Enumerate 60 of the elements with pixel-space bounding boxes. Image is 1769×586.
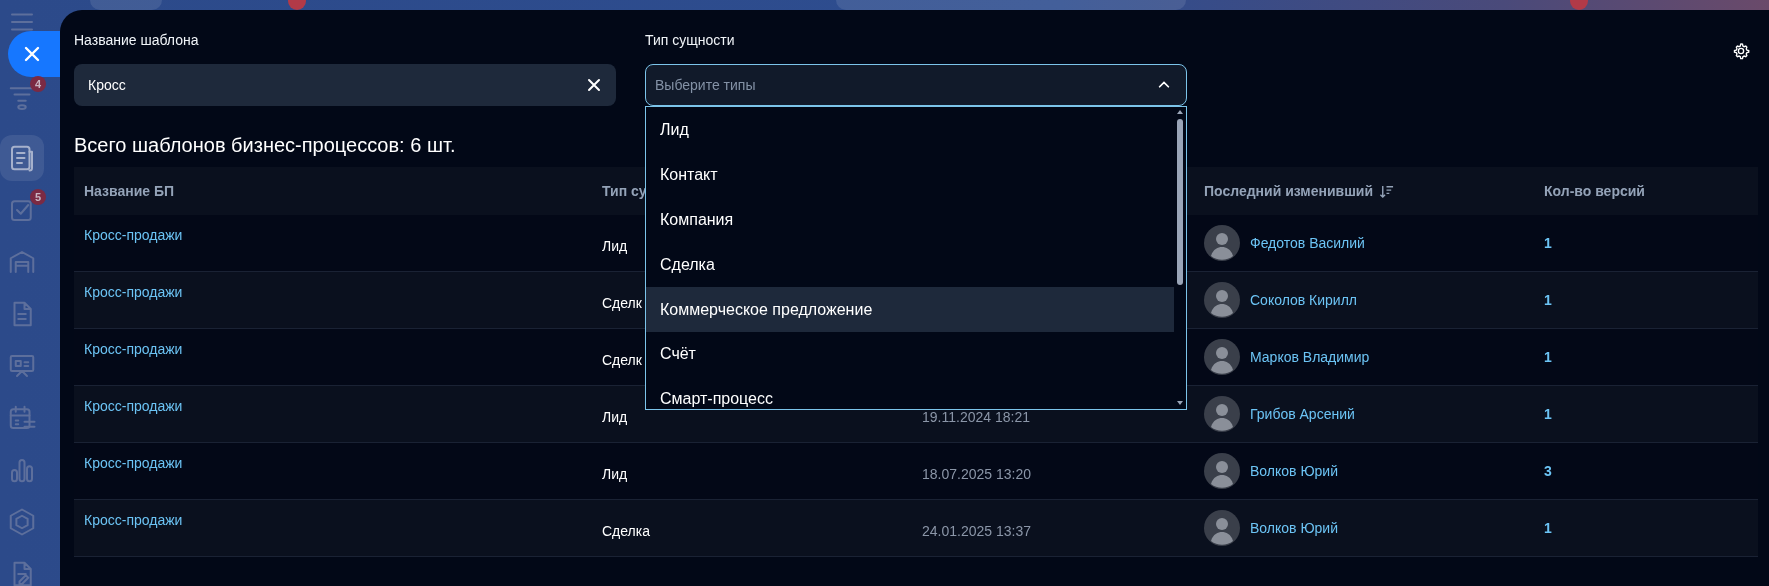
table-cell: 18.07.2025 13:20 bbox=[922, 466, 1031, 482]
table-cell: 1 bbox=[1544, 292, 1552, 308]
dropdown-option[interactable]: Счёт bbox=[646, 332, 1174, 377]
settings-icon[interactable] bbox=[1732, 42, 1750, 60]
template-link[interactable]: Кросс-продажи bbox=[84, 398, 183, 414]
user-link[interactable]: Волков Юрий bbox=[1250, 463, 1338, 479]
avatar bbox=[1204, 339, 1240, 375]
user-link[interactable]: Грибов Арсений bbox=[1250, 406, 1355, 422]
sidebar-item[interactable]: 4 bbox=[0, 74, 44, 120]
template-name-field[interactable]: Кросс bbox=[74, 64, 616, 106]
sidebar-item[interactable]: 5 bbox=[0, 187, 44, 233]
close-button[interactable] bbox=[8, 31, 60, 77]
dropdown-option[interactable]: Смарт-процесс bbox=[646, 376, 1174, 409]
table-cell: 19.11.2024 18:21 bbox=[922, 409, 1030, 425]
field-label: Название шаблона bbox=[74, 32, 200, 50]
avatar bbox=[1204, 510, 1240, 546]
template-link[interactable]: Кросс-продажи bbox=[84, 284, 183, 300]
hexagon-icon bbox=[7, 507, 37, 537]
entity-type-select[interactable]: Выберите типы bbox=[645, 64, 1187, 106]
user-link[interactable]: Соколов Кирилл bbox=[1250, 292, 1358, 308]
table-cell: Сделк bbox=[602, 352, 642, 368]
table-cell: Сделка bbox=[602, 523, 650, 539]
notification-badge: 4 bbox=[30, 76, 46, 92]
close-icon bbox=[22, 44, 42, 64]
dropdown-option[interactable]: Коммерческое предложение bbox=[646, 287, 1174, 332]
sort-icon[interactable] bbox=[1379, 183, 1395, 199]
user-link[interactable]: Волков Юрий bbox=[1250, 520, 1338, 536]
notification-badge: 5 bbox=[30, 189, 46, 205]
table-cell: Лид bbox=[602, 466, 628, 482]
column-header[interactable]: Последний изменивший bbox=[1204, 183, 1374, 199]
close-icon bbox=[586, 77, 602, 93]
templates-count: Всего шаблонов бизнес-процессов: 6 шт. bbox=[74, 134, 456, 157]
template-link[interactable]: Кросс-продажи bbox=[84, 512, 183, 528]
table-cell: Лид bbox=[602, 409, 628, 425]
user-link[interactable]: Марков Владимир bbox=[1250, 349, 1370, 365]
dropdown-option[interactable]: Контакт bbox=[646, 152, 1174, 198]
column-header[interactable]: Название БП bbox=[74, 183, 592, 199]
dropdown-option[interactable]: Сделка bbox=[646, 242, 1174, 288]
table-cell: 1 bbox=[1544, 349, 1552, 365]
table-cell: 1 bbox=[1544, 406, 1552, 422]
template-link[interactable]: Кросс-продажи bbox=[84, 227, 183, 243]
clear-button[interactable] bbox=[586, 77, 602, 93]
table-cell: 24.01.2025 13:37 bbox=[922, 523, 1031, 539]
avatar bbox=[1204, 396, 1240, 432]
table-cell: 1 bbox=[1544, 235, 1552, 251]
table-cell: 3 bbox=[1544, 463, 1552, 479]
dropdown-option[interactable]: Компания bbox=[646, 197, 1174, 243]
table-cell: Сделк bbox=[602, 295, 642, 311]
column-header[interactable]: Кол-во версий bbox=[1534, 183, 1758, 199]
avatar bbox=[1204, 282, 1240, 318]
dropdown-option[interactable]: Лид bbox=[646, 108, 1174, 153]
template-link[interactable]: Кросс-продажи bbox=[84, 455, 183, 471]
avatar bbox=[1204, 453, 1240, 489]
user-link[interactable]: Федотов Василий bbox=[1250, 235, 1365, 251]
avatar bbox=[1204, 225, 1240, 261]
field-label: Тип сущности bbox=[645, 32, 736, 50]
table-cell: Лид bbox=[602, 238, 628, 254]
template-link[interactable]: Кросс-продажи bbox=[84, 341, 183, 357]
table-cell: 1 bbox=[1544, 520, 1552, 536]
sidebar-item[interactable] bbox=[0, 135, 44, 181]
